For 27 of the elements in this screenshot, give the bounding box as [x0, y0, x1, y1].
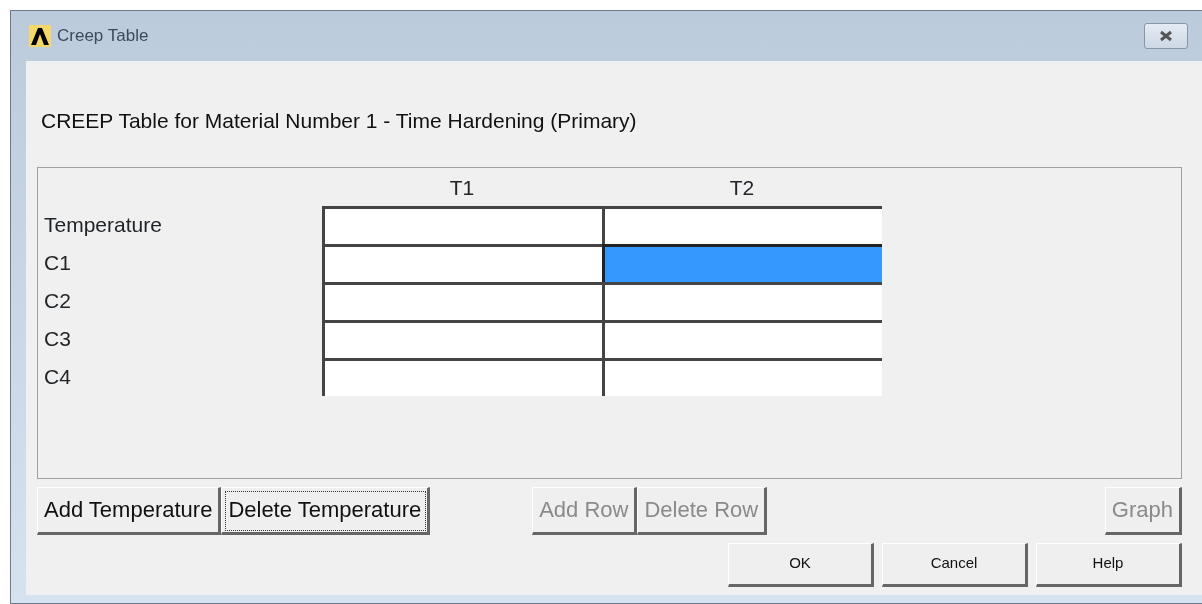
row-label: C4 [44, 363, 72, 390]
table-cell[interactable] [602, 243, 882, 282]
row-label: C3 [44, 325, 72, 352]
table-cell[interactable] [602, 357, 882, 396]
column-header: T2 [728, 174, 756, 201]
app-logo-icon [29, 25, 51, 47]
table-cell[interactable] [322, 319, 602, 358]
table-button[interactable]: Add Temperature [37, 486, 222, 535]
column-header: T1 [448, 174, 476, 201]
table-cell[interactable] [602, 281, 882, 320]
table-cell[interactable] [602, 319, 882, 358]
row-label: C2 [44, 287, 72, 314]
dialog-button[interactable]: OK [728, 542, 874, 587]
table-cell[interactable] [322, 205, 602, 244]
table-heading: CREEP Table for Material Number 1 - Time Hardening (Primary) [41, 108, 638, 134]
dialog-button[interactable]: Help [1036, 542, 1182, 587]
table-button[interactable]: Delete Temperature [221, 486, 431, 535]
close-button[interactable] [1144, 23, 1188, 49]
dialog-button[interactable]: Cancel [882, 542, 1028, 587]
close-icon [1158, 30, 1174, 42]
table-cell[interactable] [322, 281, 602, 320]
row-label: C1 [44, 249, 72, 276]
table-cell[interactable] [322, 243, 602, 282]
window-title: Creep Table [57, 25, 149, 48]
row-label: Temperature [44, 211, 163, 238]
table-cell[interactable] [602, 205, 882, 244]
table-cell[interactable] [322, 357, 602, 396]
